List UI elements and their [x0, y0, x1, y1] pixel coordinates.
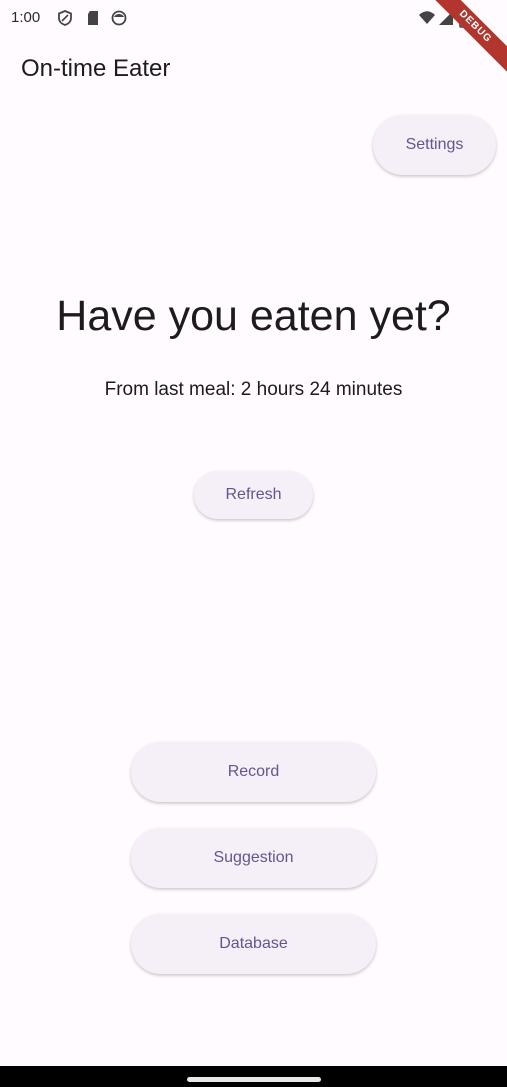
- navigation-bar: [0, 1066, 507, 1087]
- last-meal-text: From last meal: 2 hours 24 minutes: [104, 379, 403, 400]
- app-title: On-time Eater: [21, 55, 171, 82]
- refresh-button[interactable]: Refresh: [194, 471, 313, 519]
- suggestion-button[interactable]: Suggestion: [131, 828, 376, 888]
- sd-card-icon: [85, 10, 101, 26]
- shield-icon: [57, 10, 73, 26]
- database-button[interactable]: Database: [131, 914, 376, 974]
- status-bar: 1:00 DEBUG: [0, 0, 507, 76]
- wifi-icon: [418, 10, 435, 26]
- app-screen: 1:00 DEBUG On-time Eater Settings Have y…: [0, 0, 507, 1066]
- eaten-question-heading: Have you eaten yet?: [56, 292, 451, 340]
- status-time: 1:00: [11, 9, 41, 26]
- record-button[interactable]: Record: [131, 742, 376, 802]
- settings-button[interactable]: Settings: [373, 115, 496, 175]
- home-indicator[interactable]: [187, 1077, 321, 1082]
- face-icon: [111, 10, 127, 26]
